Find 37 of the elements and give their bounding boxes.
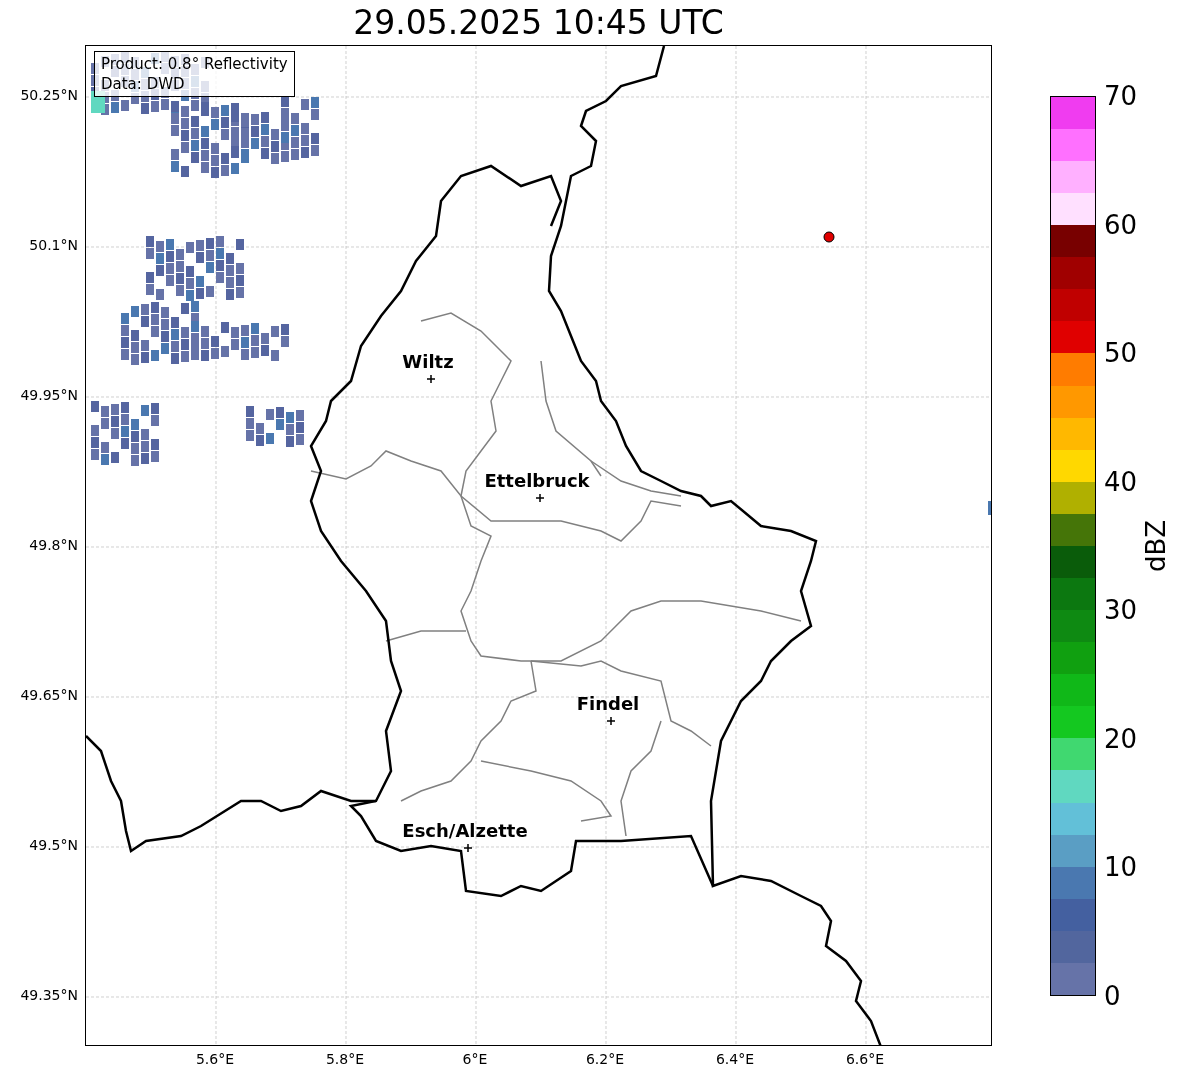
colorbar-tick-label: 0 [1104, 983, 1121, 1009]
latitude-label: 49.95°N [20, 388, 78, 402]
longitude-label: 5.6°E [195, 1052, 235, 1066]
longitude-label: 6.6°E [845, 1052, 885, 1066]
radar-echo-drawing [988, 501, 991, 515]
plus-marker-icon [536, 494, 544, 502]
longitude-label: 5.8°E [325, 1052, 365, 1066]
latitude-label: 49.65°N [20, 688, 78, 702]
colorbar-axis-label: dBZ [1143, 519, 1169, 573]
plus-marker-icon [427, 375, 435, 383]
radar-echo-drawing [91, 401, 159, 466]
colorbar-tick-label: 10 [1104, 854, 1138, 881]
colorbar-tick-label: 40 [1104, 468, 1138, 495]
city-label: Esch/Alzette [402, 822, 528, 840]
city-label: Findel [576, 695, 640, 713]
longitude-label: 6.4°E [715, 1052, 755, 1066]
colorbar-tick-label: 30 [1104, 597, 1138, 624]
info-text: Product: 0.8° Reflectivity [101, 54, 288, 74]
longitude-label: 6.2°E [585, 1052, 625, 1066]
location-dot-icon [823, 231, 835, 243]
colorbar-tick-label: 60 [1104, 211, 1138, 238]
colorbar-tick-label: 70 [1104, 83, 1138, 109]
latitude-label: 49.35°N [20, 988, 78, 1002]
info-text: Data: DWD [101, 74, 186, 94]
city-label: Wiltz [402, 353, 454, 371]
colorbar-tick-label: 50 [1104, 340, 1138, 367]
radar-echo-drawing [246, 406, 304, 447]
city-label: Ettelbruck [484, 472, 590, 490]
latitude-label: 50.1°N [29, 238, 78, 252]
longitude-label: 6°E [462, 1052, 488, 1066]
latitude-label: 50.25°N [20, 88, 78, 102]
plus-marker-icon [464, 844, 472, 852]
latitude-label: 49.8°N [29, 538, 78, 552]
chart-title: 29.05.2025 10:45 UTC [353, 6, 724, 39]
latitude-label: 49.5°N [29, 838, 78, 852]
colorbar-tick-label: 20 [1104, 725, 1138, 752]
plus-marker-icon [607, 717, 615, 725]
